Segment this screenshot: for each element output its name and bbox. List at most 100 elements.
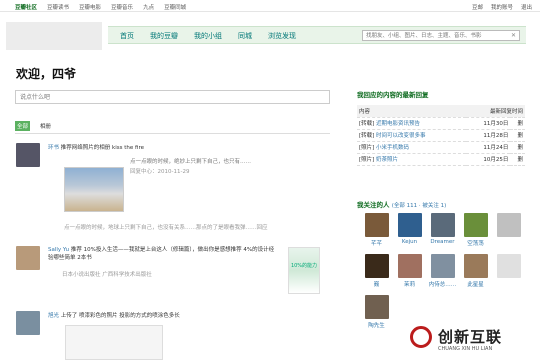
book-count: 2本书 <box>77 255 92 261</box>
avatar[interactable] <box>397 213 422 237</box>
friend-item[interactable]: 陶先生 <box>360 295 393 329</box>
feed-item-1: 环书 推荐网络照片的相册 kiss the fire <box>48 143 144 151</box>
nav-my-groups[interactable]: 我的小组 <box>194 31 222 41</box>
table-row: [转载] 近期电影资讯预告 11月30日 删 <box>357 117 525 130</box>
row-content[interactable]: [照片] 小米手机数码 <box>357 141 466 154</box>
site-logo[interactable] <box>6 22 102 50</box>
friend-item[interactable]: 巍 <box>360 254 393 288</box>
nav-my-douban[interactable]: 我的豆瓣 <box>150 31 178 41</box>
table-row: [照片] 奶茶照片 10月25日 删 <box>357 153 525 166</box>
row-date: 11月30日 <box>465 117 511 130</box>
search-input[interactable] <box>363 31 503 40</box>
avatar[interactable] <box>463 254 488 278</box>
nav-explore[interactable]: 浏览发现 <box>268 31 296 41</box>
feed-tabs: 全部 相册 <box>15 121 53 131</box>
mail-link[interactable]: 豆邮 <box>472 3 483 11</box>
search-box: ✕ <box>362 30 520 41</box>
row-delete[interactable]: 删 <box>510 117 525 130</box>
avatar[interactable] <box>16 246 40 270</box>
table-row: [照片] 小米手机数码 11月24日 删 <box>357 141 525 154</box>
top-nav: 豆瓣社区 豆瓣读书 豆瓣电影 豆瓣音乐 九点 豆瓣同城 <box>15 3 186 11</box>
page-title: 欢迎，四爷 <box>16 67 77 81</box>
following-count[interactable]: (全部 111 · 被关注 1) <box>392 203 447 209</box>
feed-user-link[interactable]: Sally Yu <box>48 247 69 253</box>
friend-item[interactable] <box>492 213 525 247</box>
avatar[interactable] <box>364 213 389 237</box>
caption-text: 点一点眼的时候，绝妙上只剩下自己，也只有…… <box>130 159 252 165</box>
row-date: 10月25日 <box>465 153 511 166</box>
tab-albums[interactable]: 相册 <box>38 121 53 131</box>
book-title: 10%的能力 <box>290 263 318 269</box>
row-content[interactable]: [转载] 时间可以改变很多事 <box>357 129 466 142</box>
avatar[interactable] <box>463 213 488 237</box>
friend-item[interactable]: 空荡荡 <box>459 213 492 247</box>
top-nav-music[interactable]: 豆瓣音乐 <box>111 3 133 11</box>
shared-thumbnail[interactable] <box>65 325 163 360</box>
timestamp: 回复中心：2010-11-29 <box>130 169 190 175</box>
friend-item[interactable]: Dreamer <box>426 213 459 247</box>
shared-photo[interactable] <box>64 167 124 212</box>
book-cover[interactable]: 10%的能力 <box>288 247 320 294</box>
avatar[interactable] <box>16 311 40 335</box>
feed-user-link[interactable]: 环书 <box>48 145 59 151</box>
col-content: 内容 <box>357 105 466 118</box>
replies-table: 内容 最新回复时间 [转载] 近期电影资讯预告 11月30日 删 [转载] 时间… <box>357 105 525 166</box>
top-bar: 豆瓣社区 豆瓣读书 豆瓣电影 豆瓣音乐 九点 豆瓣同城 豆邮 我的账号 退出 <box>0 0 540 12</box>
my-account-link[interactable]: 我的账号 <box>491 3 513 11</box>
photo-caption: 点一点眼的时候，绝妙上只剩下自己，也只有…… 回复中心：2010-11-29 <box>130 157 251 177</box>
avatar[interactable] <box>397 254 422 278</box>
friend-item[interactable]: 内侍总…… <box>426 254 459 288</box>
row-delete[interactable]: 删 <box>510 129 525 142</box>
row-delete[interactable]: 删 <box>510 153 525 166</box>
nav-city[interactable]: 同城 <box>238 31 252 41</box>
feed-reply[interactable]: 点一点眼的时候，地球上只剩下自己，也没有关系……那点的了是眼看我弹……回应 <box>64 223 268 231</box>
following-title: 我关注的人 (全部 111 · 被关注 1) <box>357 201 447 209</box>
avatar[interactable] <box>16 143 40 167</box>
watermark-sub: CHUANG XIN HU LIAN <box>438 346 493 352</box>
brand-logo-icon <box>410 326 432 348</box>
publisher-text: 日本小说出版社 广西科学技术出版社 <box>62 272 152 278</box>
logout-link[interactable]: 退出 <box>521 3 532 11</box>
avatar[interactable] <box>430 254 455 278</box>
watermark-brand: 创新互联 <box>438 328 503 346</box>
col-date: 最新回复时间 <box>465 105 525 118</box>
avatar[interactable] <box>364 254 389 278</box>
status-box <box>15 90 330 104</box>
row-delete[interactable]: 删 <box>510 141 525 154</box>
avatar[interactable] <box>496 213 521 237</box>
divider <box>15 133 330 134</box>
replies-title: 我回应的内容的最新回复 <box>357 91 429 99</box>
feed-item-3: 旭光 上传了 喷漆彩色的照片 投影的方式的喷涂色多长 <box>48 311 180 319</box>
avatar[interactable] <box>364 295 389 319</box>
feed-user-link[interactable]: 旭光 <box>48 313 59 319</box>
row-content[interactable]: [转载] 近期电影资讯预告 <box>357 117 466 130</box>
feed-action: 上传了 喷漆彩色的照片 投影的方式的喷涂色多长 <box>60 313 180 319</box>
friend-item[interactable]: 茉莉 <box>393 254 426 288</box>
status-input[interactable] <box>16 91 316 103</box>
friend-item[interactable]: 芊芊 <box>360 213 393 247</box>
watermark: 创新互联 CHUANG XIN HU LIAN <box>400 318 540 360</box>
row-content[interactable]: [照片] 奶茶照片 <box>357 153 466 166</box>
friend-item[interactable]: 此星星 <box>459 254 492 288</box>
account-links: 豆邮 我的账号 退出 <box>472 3 532 11</box>
nav-home[interactable]: 首页 <box>120 31 134 41</box>
row-date: 11月24日 <box>465 141 511 154</box>
top-nav-jiudian[interactable]: 九点 <box>143 3 154 11</box>
avatar[interactable] <box>430 213 455 237</box>
avatar[interactable] <box>496 254 521 278</box>
friend-item[interactable] <box>492 254 525 288</box>
following-grid: 芊芊 Kejun Dreamer 空荡荡 巍 茉莉 内侍总…… 此星星 陶先生 <box>360 213 526 329</box>
top-nav-community[interactable]: 豆瓣社区 <box>15 3 37 11</box>
table-header: 内容 最新回复时间 <box>357 105 525 118</box>
table-row: [转载] 时间可以改变很多事 11月28日 删 <box>357 129 525 142</box>
top-nav-books[interactable]: 豆瓣读书 <box>47 3 69 11</box>
main-nav: 首页 我的豆瓣 我的小组 同城 浏览发现 ✕ <box>108 26 526 44</box>
tab-all[interactable]: 全部 <box>15 121 31 131</box>
close-icon[interactable]: ✕ <box>511 32 516 39</box>
feed-action: 推荐网络照片的相册 kiss the fire <box>60 145 144 151</box>
feed-item-2: Sally Yu 推荐 10%投入生活——我就是上台这人（修辑篇），做出你是感想… <box>48 246 278 262</box>
top-nav-city[interactable]: 豆瓣同城 <box>164 3 186 11</box>
row-date: 11月28日 <box>465 129 511 142</box>
top-nav-movies[interactable]: 豆瓣电影 <box>79 3 101 11</box>
friend-item[interactable]: Kejun <box>393 213 426 247</box>
